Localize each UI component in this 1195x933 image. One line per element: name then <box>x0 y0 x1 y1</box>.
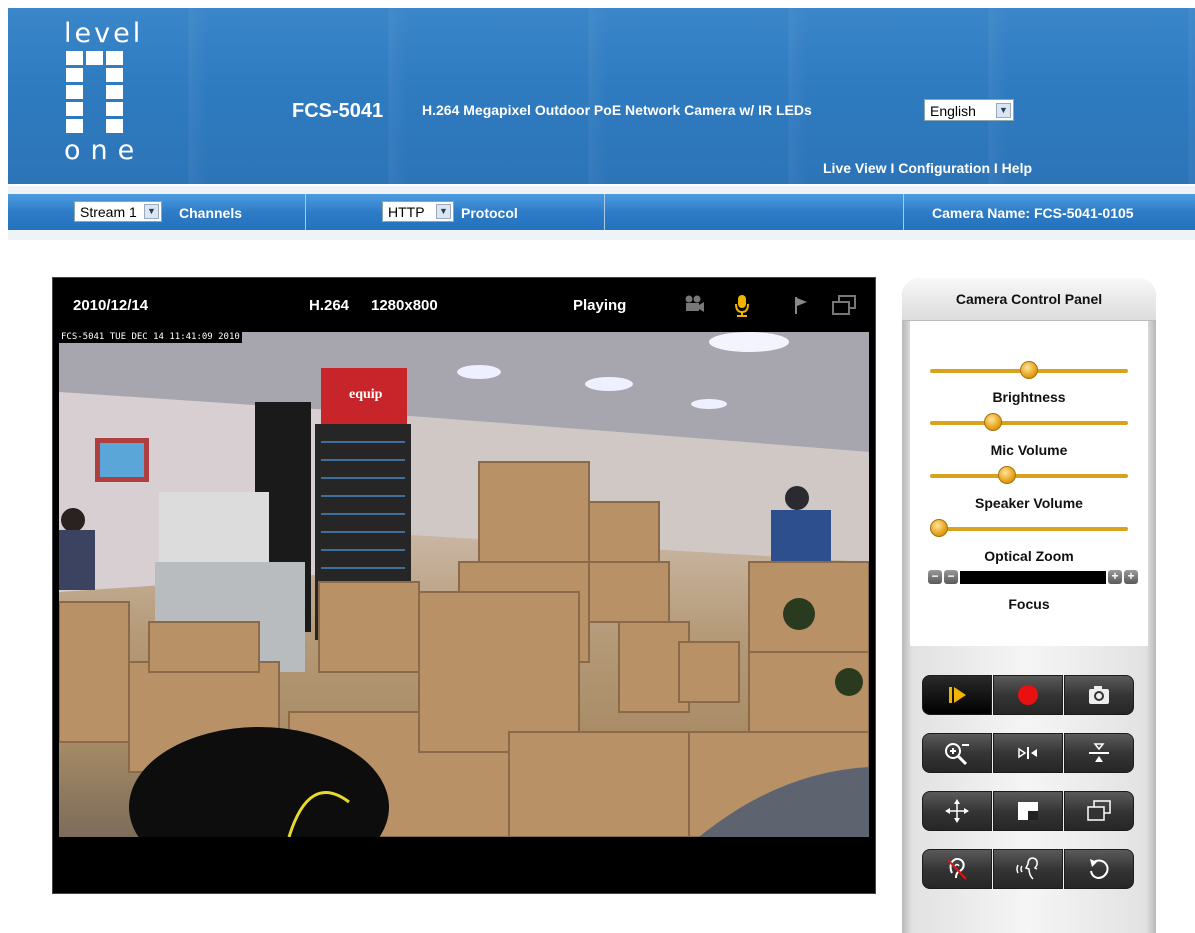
focus-label: Focus <box>1008 596 1050 612</box>
focus-plus-button[interactable]: + <box>1108 570 1122 584</box>
slider-knob[interactable] <box>984 413 1002 431</box>
focus-minus-far-button[interactable]: − <box>928 570 942 584</box>
fit-window-icon <box>1018 747 1037 759</box>
nav-live-view[interactable]: Live View <box>823 160 887 176</box>
mic-volume-slider[interactable] <box>930 413 1128 431</box>
flag-icon[interactable] <box>793 294 809 316</box>
play-icon <box>949 687 966 703</box>
channels-cell: Stream 1 ▼ Channels <box>8 194 306 230</box>
channels-label: Channels <box>179 205 243 221</box>
slider-knob[interactable] <box>930 519 948 537</box>
window-icon[interactable] <box>831 294 857 316</box>
levelone-logo: level one <box>64 20 164 168</box>
refresh-button[interactable] <box>1064 849 1134 889</box>
model-name: FCS-5041 <box>292 100 384 122</box>
video-status: Playing <box>573 297 627 314</box>
record-icon <box>1018 685 1038 705</box>
button-row-4 <box>922 849 1136 889</box>
microphone-icon[interactable] <box>733 294 751 318</box>
video-status-bar: 2010/12/14 H.264 1280x800 Playing <box>53 278 875 332</box>
talk-button[interactable] <box>993 849 1063 889</box>
camera-name: Camera Name: FCS-5041-0105 <box>932 205 1134 221</box>
live-video-frame[interactable]: equip FCS-5041 TUE DEC 14 11:41:09 2010 <box>59 332 869 837</box>
flip-button[interactable] <box>1064 733 1134 773</box>
nav-help[interactable]: Help <box>1002 160 1032 176</box>
talk-icon <box>1016 857 1038 880</box>
button-row-3 <box>922 791 1136 831</box>
focus-bar[interactable] <box>960 571 1106 584</box>
control-panel-title: Camera Control Panel <box>902 278 1156 321</box>
protocol-value: HTTP <box>388 204 425 220</box>
svg-text:equip: equip <box>349 387 383 402</box>
nav-separator: I <box>886 160 899 176</box>
video-osd-timestamp: FCS-5041 TUE DEC 14 11:41:09 2010 <box>59 332 242 343</box>
video-resolution: 1280x800 <box>371 297 438 314</box>
slider-knob[interactable] <box>998 466 1017 484</box>
empty-cell <box>605 194 904 230</box>
focus-control: − − + + <box>928 570 1138 585</box>
mic-volume-label: Mic Volume <box>990 442 1068 458</box>
language-value: English <box>930 103 976 119</box>
logo-grid <box>66 51 164 133</box>
pan-tilt-icon <box>945 799 969 823</box>
header-banner: level one FCS-5041 H.264 Megapixel Outdo… <box>8 8 1195 184</box>
logo-text-bottom: one <box>64 135 145 166</box>
video-viewer: 2010/12/14 H.264 1280x800 Playing equip … <box>52 277 876 894</box>
stream-value: Stream 1 <box>80 204 137 220</box>
camera-scene: equip <box>59 332 869 837</box>
pan-tilt-button[interactable] <box>922 791 992 831</box>
optical-zoom-slider[interactable] <box>930 519 1128 537</box>
digital-zoom-button[interactable] <box>922 733 992 773</box>
stream-select[interactable]: Stream 1 ▼ <box>74 201 162 222</box>
language-select[interactable]: English ▼ <box>924 99 1014 121</box>
chevron-down-icon[interactable]: ▼ <box>144 204 159 219</box>
speaker-volume-slider[interactable] <box>930 466 1128 484</box>
button-row-2 <box>922 733 1136 773</box>
video-codec: H.264 <box>309 297 350 314</box>
snapshot-icon <box>1089 686 1109 704</box>
chevron-down-icon[interactable]: ▼ <box>436 204 451 219</box>
optical-zoom-label: Optical Zoom <box>984 548 1074 564</box>
button-row-1 <box>922 675 1136 715</box>
flip-icon <box>1089 743 1109 762</box>
camera-control-panel: Camera Control Panel Brightness Mic Volu… <box>902 278 1156 933</box>
protocol-select[interactable]: HTTP ▼ <box>382 201 454 222</box>
chevron-down-icon[interactable]: ▼ <box>996 103 1011 118</box>
speaker-volume-label: Speaker Volume <box>975 495 1083 511</box>
record-button[interactable] <box>993 675 1063 715</box>
pip-icon <box>1018 802 1038 820</box>
pip-button[interactable] <box>993 791 1063 831</box>
listen-button[interactable] <box>922 849 992 889</box>
stream-toolbar: Stream 1 ▼ Channels HTTP ▼ Protocol Came… <box>8 186 1195 240</box>
refresh-icon <box>1090 859 1109 880</box>
protocol-cell: HTTP ▼ Protocol <box>306 194 605 230</box>
top-navigation: Live View I Configuration I Help <box>823 160 1032 176</box>
snapshot-button[interactable] <box>1064 675 1134 715</box>
play-button[interactable] <box>922 675 992 715</box>
brightness-slider[interactable] <box>930 361 1128 379</box>
product-description: H.264 Megapixel Outdoor PoE Network Came… <box>422 102 812 118</box>
video-camera-icon[interactable] <box>683 294 705 316</box>
protocol-label: Protocol <box>461 205 518 221</box>
digital-zoom-icon <box>945 743 969 766</box>
video-date: 2010/12/14 <box>73 297 149 314</box>
focus-plus-far-button[interactable]: + <box>1124 570 1138 584</box>
nav-configuration[interactable]: Configuration <box>898 160 990 176</box>
nav-separator: I <box>990 160 1002 176</box>
slider-knob[interactable] <box>1020 361 1038 379</box>
brightness-label: Brightness <box>992 389 1066 405</box>
fullscreen-button[interactable] <box>1064 791 1134 831</box>
logo-text-top: level <box>64 18 144 49</box>
focus-minus-button[interactable]: − <box>944 570 958 584</box>
control-panel-sliders: Brightness Mic Volume Speaker Volume Opt… <box>910 321 1148 646</box>
fullscreen-icon <box>1087 800 1111 821</box>
fit-window-button[interactable] <box>993 733 1063 773</box>
listen-off-icon <box>947 857 967 880</box>
